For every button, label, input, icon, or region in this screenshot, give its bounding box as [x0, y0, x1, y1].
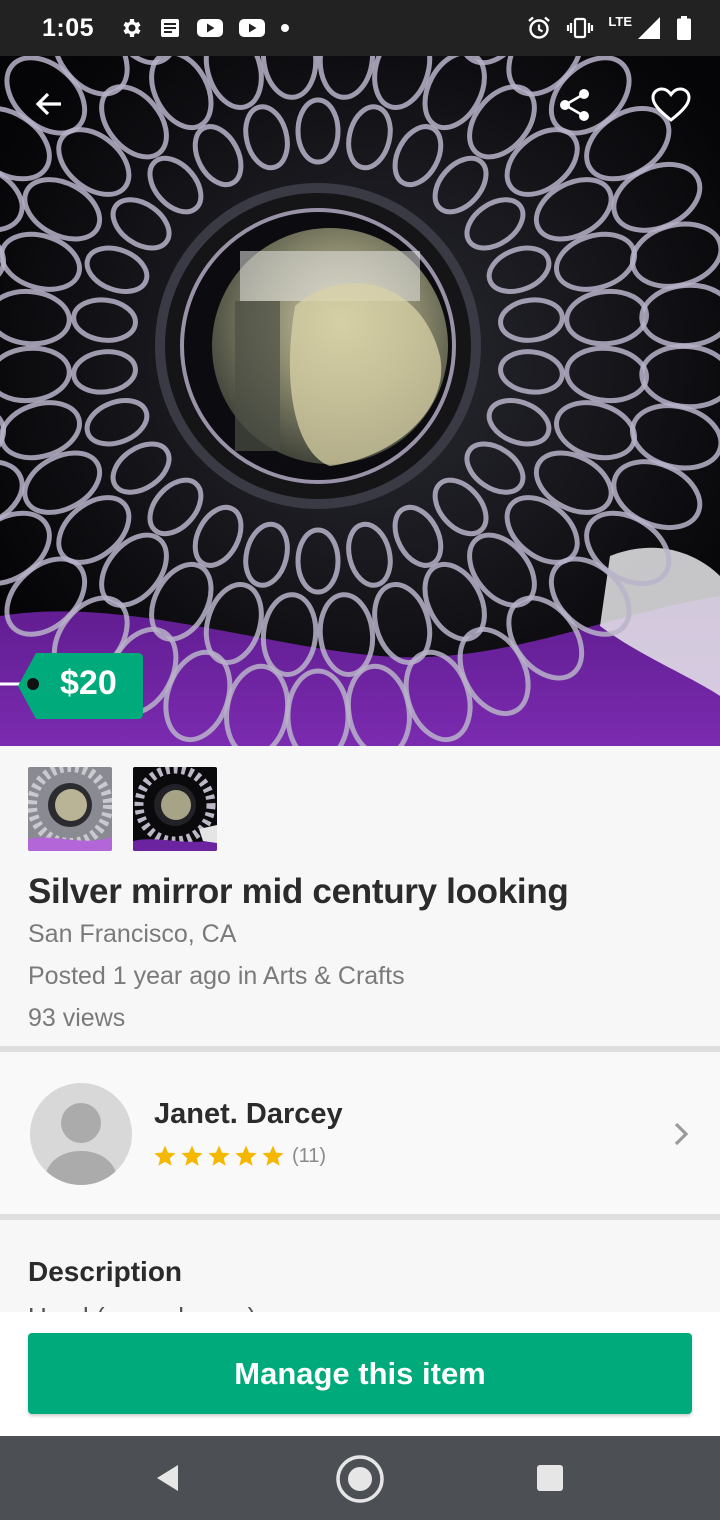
settings-icon [120, 16, 144, 40]
star-icon [235, 1145, 257, 1166]
star-icon [154, 1145, 176, 1166]
status-notification-icons [120, 16, 290, 40]
nav-back-button[interactable] [148, 1458, 188, 1498]
star-icon [208, 1145, 230, 1166]
star-icon [262, 1145, 284, 1166]
youtube-icon [196, 17, 224, 39]
manage-item-button[interactable]: Manage this item [28, 1333, 692, 1414]
mirror-photo [0, 56, 720, 746]
alarm-icon [526, 15, 552, 41]
favorite-button[interactable] [645, 79, 697, 131]
avatar [30, 1083, 132, 1185]
thumbnail-strip [28, 767, 217, 851]
network-type: LTE [608, 13, 632, 29]
hero-image[interactable]: $20 [0, 56, 720, 746]
person-placeholder-icon [44, 1103, 118, 1185]
chevron-right-icon [674, 1122, 689, 1146]
item-views: 93 views [28, 1004, 126, 1032]
signal-icon [636, 15, 662, 41]
price-label: $20 [60, 664, 117, 702]
status-system-icons: LTE [526, 13, 692, 41]
nav-home-button[interactable] [333, 1452, 387, 1506]
item-location: San Francisco, CA [28, 920, 237, 948]
nav-back-icon [157, 1465, 178, 1491]
back-button[interactable] [23, 78, 75, 130]
heart-icon [651, 87, 691, 122]
status-time: 1:05 [42, 13, 95, 42]
system-nav-bar [0, 1436, 720, 1520]
action-bar: Manage this item [0, 1312, 720, 1436]
description-heading: Description [28, 1256, 183, 1287]
nav-recents-icon [537, 1465, 563, 1491]
thumbnail-2[interactable] [133, 767, 217, 851]
news-icon [158, 16, 182, 40]
youtube-icon [238, 17, 266, 39]
nav-recents-button[interactable] [532, 1460, 568, 1496]
dot-icon [280, 23, 290, 33]
share-button[interactable] [549, 79, 601, 131]
status-bar: 1:05 LTE [0, 0, 720, 56]
item-title: Silver mirror mid century looking [28, 872, 569, 911]
star-icon [181, 1145, 203, 1166]
seller-rating: (11) [153, 1144, 326, 1168]
seller-name: Janet. Darcey [154, 1098, 343, 1130]
back-arrow-icon [35, 92, 61, 116]
battery-icon [676, 15, 692, 41]
section-divider [0, 1214, 720, 1220]
vibrate-icon [566, 16, 594, 40]
item-posted-info: Posted 1 year ago in Arts & Crafts [28, 962, 405, 990]
thumbnail-1[interactable] [28, 767, 112, 851]
seller-card[interactable]: Janet. Darcey (11) [0, 1053, 720, 1215]
screen: 1:05 LTE $20 Silver mirror mid century l… [0, 0, 720, 1520]
share-icon [560, 89, 589, 121]
section-divider [0, 1046, 720, 1052]
review-count: (11) [292, 1144, 327, 1167]
nav-home-icon [336, 1455, 384, 1503]
description-text: Used (normal wear) [28, 1298, 256, 1312]
